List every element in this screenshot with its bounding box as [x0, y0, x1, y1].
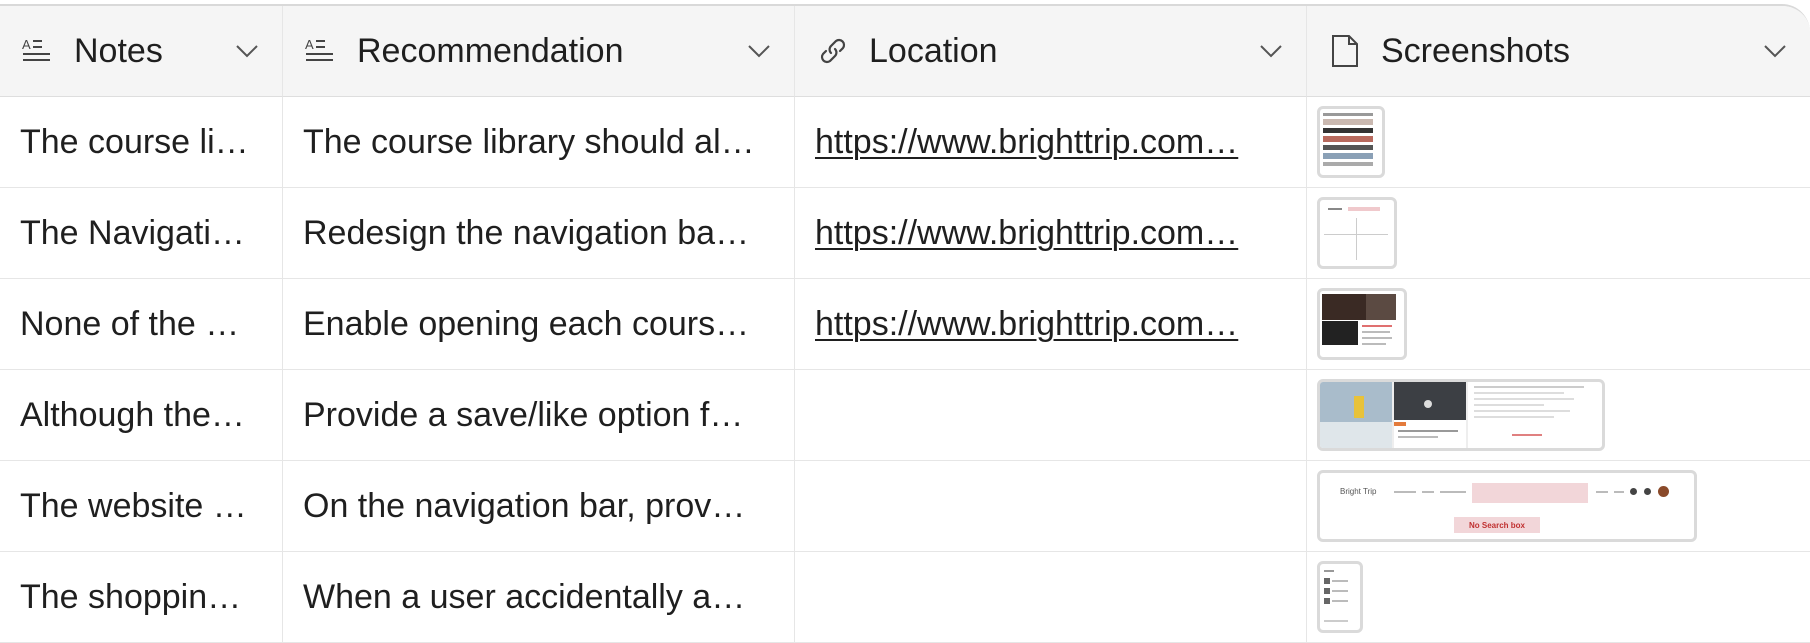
- brand-label: Bright Trip: [1340, 487, 1377, 496]
- link-icon: [815, 33, 851, 69]
- location-cell[interactable]: [795, 370, 1307, 461]
- screenshot-thumbnail[interactable]: [1317, 561, 1363, 633]
- no-search-box-label: No Search box: [1468, 520, 1525, 530]
- screenshot-preview: [1320, 382, 1394, 448]
- column-header-notes[interactable]: A Notes: [0, 6, 283, 97]
- location-link[interactable]: https://www.brighttrip.com…: [815, 123, 1286, 162]
- notes-text: The course li…: [20, 122, 249, 161]
- long-text-icon: A: [20, 33, 56, 69]
- screenshots-cell[interactable]: [1307, 97, 1810, 188]
- notes-cell[interactable]: Although the…: [0, 370, 283, 461]
- location-cell[interactable]: https://www.brighttrip.com…: [795, 188, 1307, 279]
- svg-text:A: A: [305, 37, 314, 52]
- column-header-label: Location: [869, 31, 998, 70]
- screenshot-thumbnail-group[interactable]: [1317, 379, 1605, 451]
- screenshot-preview: Bright Trip No Search box: [1320, 473, 1694, 539]
- recommendation-text: Redesign the navigation ba…: [303, 213, 750, 252]
- screenshot-preview: [1320, 291, 1404, 357]
- location-cell[interactable]: https://www.brighttrip.com…: [795, 279, 1307, 370]
- screenshot-thumbnail[interactable]: Bright Trip No Search box: [1317, 470, 1697, 542]
- recommendation-text: On the navigation bar, prov…: [303, 486, 746, 525]
- recommendation-cell[interactable]: On the navigation bar, prov…: [283, 461, 795, 552]
- long-text-icon: A: [303, 33, 339, 69]
- chevron-down-icon[interactable]: [1256, 36, 1286, 66]
- recommendation-cell[interactable]: Enable opening each cours…: [283, 279, 795, 370]
- recommendation-text: The course library should al…: [303, 122, 755, 161]
- location-cell[interactable]: [795, 461, 1307, 552]
- screenshots-cell[interactable]: [1307, 188, 1810, 279]
- chevron-down-icon[interactable]: [1760, 36, 1790, 66]
- screenshots-cell[interactable]: Bright Trip No Search box: [1307, 461, 1810, 552]
- screenshot-preview: [1394, 382, 1468, 448]
- screenshot-preview: [1320, 200, 1394, 266]
- column-header-label: Notes: [74, 31, 163, 70]
- chevron-down-icon[interactable]: [744, 36, 774, 66]
- screenshot-preview: [1468, 382, 1592, 448]
- screenshot-preview: [1320, 109, 1382, 175]
- screenshot-thumbnail[interactable]: [1317, 106, 1385, 178]
- notes-text: The Navigati…: [20, 213, 245, 252]
- screenshots-cell[interactable]: [1307, 279, 1810, 370]
- notes-cell[interactable]: The website …: [0, 461, 283, 552]
- screenshot-thumbnail[interactable]: [1317, 197, 1397, 269]
- recommendation-text: Provide a save/like option f…: [303, 395, 744, 434]
- column-header-location[interactable]: Location: [795, 6, 1307, 97]
- chevron-down-icon[interactable]: [232, 36, 262, 66]
- recommendation-cell[interactable]: The course library should al…: [283, 97, 795, 188]
- notes-cell[interactable]: The shoppin…: [0, 552, 283, 643]
- location-link[interactable]: https://www.brighttrip.com…: [815, 305, 1286, 344]
- location-cell[interactable]: [795, 552, 1307, 643]
- screenshot-preview: [1320, 564, 1360, 630]
- location-link[interactable]: https://www.brighttrip.com…: [815, 214, 1286, 253]
- column-header-screenshots[interactable]: Screenshots: [1307, 6, 1810, 97]
- screenshot-thumbnail[interactable]: [1317, 288, 1407, 360]
- location-cell[interactable]: https://www.brighttrip.com…: [795, 97, 1307, 188]
- recommendation-cell[interactable]: Provide a save/like option f…: [283, 370, 795, 461]
- column-header-recommendation[interactable]: A Recommendation: [283, 6, 795, 97]
- recommendation-text: When a user accidentally a…: [303, 577, 746, 616]
- svg-text:A: A: [22, 37, 31, 52]
- recommendation-cell[interactable]: When a user accidentally a…: [283, 552, 795, 643]
- notes-cell[interactable]: None of the …: [0, 279, 283, 370]
- notes-text: Although the…: [20, 395, 245, 434]
- column-header-label: Recommendation: [357, 31, 624, 70]
- notes-text: None of the …: [20, 304, 240, 343]
- screenshots-cell[interactable]: [1307, 370, 1810, 461]
- recommendation-text: Enable opening each cours…: [303, 304, 750, 343]
- notes-cell[interactable]: The course li…: [0, 97, 283, 188]
- data-grid: A Notes A Recommendation Location Screen…: [0, 4, 1810, 643]
- notes-cell[interactable]: The Navigati…: [0, 188, 283, 279]
- column-header-label: Screenshots: [1381, 31, 1570, 70]
- notes-text: The website …: [20, 486, 247, 525]
- notes-text: The shoppin…: [20, 577, 242, 616]
- screenshots-cell[interactable]: [1307, 552, 1810, 643]
- grid-body: A Notes A Recommendation Location Screen…: [0, 6, 1810, 643]
- file-icon: [1327, 33, 1363, 69]
- recommendation-cell[interactable]: Redesign the navigation ba…: [283, 188, 795, 279]
